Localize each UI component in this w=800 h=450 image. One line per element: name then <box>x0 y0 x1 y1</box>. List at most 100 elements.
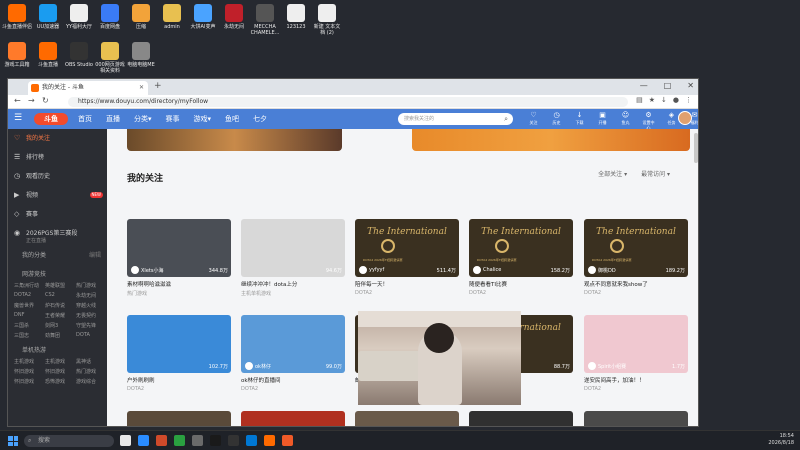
category-link[interactable]: 怀旧游戏 <box>14 368 45 375</box>
stream-thumbnail[interactable]: Xlets小海 344.8万 <box>127 219 231 277</box>
desktop-icon[interactable]: YY福利大厅 <box>64 4 94 30</box>
stream-card[interactable]: Spirit小组赛 1.7万遂安民间高手，加油！！ DOTA2 <box>584 315 688 392</box>
header-action[interactable]: ▣ 开播 <box>595 111 610 130</box>
sidebar-item[interactable]: ◇ 赛事 <box>8 205 107 224</box>
category-link[interactable]: 主机游戏 <box>14 358 45 365</box>
taskbar-app-icon[interactable] <box>246 435 257 446</box>
minimize-button[interactable]: — <box>640 81 648 90</box>
desktop-icon[interactable]: UU加速器 <box>33 4 63 30</box>
desktop-icon[interactable]: 游戏工具箱 <box>2 42 32 68</box>
desktop-icon[interactable]: 123123 <box>281 4 311 30</box>
category-link[interactable]: 怀旧游戏 <box>45 368 76 375</box>
stream-title[interactable]: 观点不同意就来我show了 <box>584 280 688 288</box>
reload-icon[interactable]: ↻ <box>42 96 49 105</box>
search-input[interactable]: 搜索我关注的 ⌕ <box>398 113 513 125</box>
stream-title[interactable]: 素材啊啊哈滋滋滋 <box>127 280 231 288</box>
reader-icon[interactable]: ▤ <box>636 96 643 104</box>
taskbar-app-icon[interactable] <box>156 435 167 446</box>
banner-right[interactable] <box>412 129 690 151</box>
stream-card[interactable] <box>469 411 573 426</box>
stream-card[interactable] <box>355 411 459 426</box>
stream-title[interactable]: ok林仔的直播间 <box>241 376 345 384</box>
desktop-icon[interactable]: MECCHA CHAMELE... <box>250 4 280 36</box>
category-link[interactable]: 无畏契约 <box>76 312 107 319</box>
stream-thumbnail[interactable] <box>584 411 688 426</box>
system-tray-clock[interactable]: 18:54 2026/8/18 <box>768 433 794 447</box>
nav-item[interactable]: 分类▾ <box>134 109 152 129</box>
desktop-icon[interactable]: OBS Studio <box>64 42 94 68</box>
category-link[interactable]: DNF <box>14 312 45 319</box>
header-action[interactable]: ↓ 下载 <box>572 111 587 130</box>
header-action[interactable]: ⚙ 设置中心 <box>641 111 656 130</box>
desktop-icon[interactable]: 000网页游戏 相关资料 <box>95 42 125 74</box>
category-link[interactable]: 主机游戏 <box>45 358 76 365</box>
category-link[interactable]: 穿越火线 <box>76 302 107 309</box>
stream-thumbnail[interactable]: 102.7万 <box>127 315 231 373</box>
nav-item[interactable]: 鱼吧 <box>225 109 239 129</box>
search-icon[interactable]: ⌕ <box>504 113 508 125</box>
url-field[interactable]: https://www.douyu.com/directory/myFollow <box>68 97 628 107</box>
windows-start-icon[interactable] <box>8 436 18 446</box>
user-avatar[interactable] <box>678 111 692 125</box>
taskbar-app-icon[interactable] <box>282 435 293 446</box>
taskbar-app-icon[interactable] <box>228 435 239 446</box>
forward-icon[interactable]: → <box>28 96 35 105</box>
header-action[interactable]: ♡ 关注 <box>526 111 541 130</box>
back-icon[interactable]: ← <box>14 96 21 105</box>
douyu-logo[interactable]: 斗鱼 <box>34 113 68 125</box>
nav-item[interactable]: 赛事 <box>166 109 180 129</box>
download-icon[interactable]: ↓ <box>661 96 667 104</box>
desktop-icon[interactable]: 大饼AI变声 <box>188 4 218 30</box>
stream-category[interactable]: DOTA2 <box>355 290 459 296</box>
category-link[interactable]: 永劫无间 <box>76 292 107 299</box>
maximize-button[interactable]: □ <box>664 81 672 90</box>
sidebar-item[interactable]: ▶ 视频 NEW <box>8 186 107 205</box>
stream-card[interactable]: ok林仔 99.0万 ok林仔的直播间 DOTA2 <box>241 315 345 392</box>
stream-thumbnail[interactable]: 94.6万 <box>241 219 345 277</box>
stream-title[interactable]: 陪伴每一天！ <box>355 280 459 288</box>
stream-card[interactable]: 102.7万 户外刷刷刷 DOTA2 <box>127 315 231 392</box>
stream-title[interactable]: 随便看看TI比赛 <box>469 280 573 288</box>
sidebar-item[interactable]: ◷ 观看历史 <box>8 167 107 186</box>
filter-sort[interactable]: 最常访问 ▾ <box>641 169 670 178</box>
more-icon[interactable]: ⋮ <box>685 96 692 104</box>
header-action[interactable]: ◈ 任务 <box>664 111 679 130</box>
stream-category[interactable]: DOTA2 <box>469 290 573 296</box>
stream-thumbnail[interactable]: ok林仔 99.0万 <box>241 315 345 373</box>
category-link[interactable]: 怀旧游戏 <box>14 378 45 385</box>
stream-title[interactable]: 遂安民间高手，加油！！ <box>584 376 688 384</box>
new-tab-button[interactable]: + <box>154 81 162 91</box>
stream-thumbnail[interactable] <box>127 411 231 426</box>
bookmark-star-icon[interactable]: ★ <box>649 96 655 104</box>
stream-title[interactable]: 继续冲冲冲！dota上分 <box>241 280 345 288</box>
desktop-icon[interactable]: 新建 文本文档 (2) <box>312 4 342 36</box>
stream-category[interactable]: DOTA2 <box>584 386 688 392</box>
desktop-icon[interactable]: 百度网盘 <box>95 4 125 30</box>
taskbar-app-icon[interactable] <box>174 435 185 446</box>
stream-card[interactable]: 94.6万 继续冲冲冲！dota上分 主机单机游戏 <box>241 219 345 297</box>
sidebar-item[interactable]: ♡ 我的关注 <box>8 129 107 148</box>
stream-thumbnail[interactable]: The International DOTA2 2026年TI国际邀请赛 yyfyy… <box>355 219 459 277</box>
stream-thumbnail[interactable] <box>355 411 459 426</box>
category-link[interactable]: 黑神话 <box>76 358 107 365</box>
taskbar-app-icon[interactable] <box>210 435 221 446</box>
desktop-icon[interactable]: admin <box>157 4 187 30</box>
sidebar-item[interactable]: ◉ 2026PGS第三赛段 <box>8 224 107 243</box>
taskbar-app-icon[interactable] <box>120 435 131 446</box>
stream-thumbnail[interactable]: Spirit小组赛 1.7万 <box>584 315 688 373</box>
category-link[interactable]: 守望先锋 <box>76 322 107 329</box>
stream-card[interactable] <box>584 411 688 426</box>
category-link[interactable]: 三国志 <box>14 332 45 339</box>
stream-card[interactable] <box>127 411 231 426</box>
category-link[interactable]: 英雄联盟 <box>45 282 76 289</box>
category-link[interactable]: 魔兽世界 <box>14 302 45 309</box>
category-link[interactable]: DOTA <box>76 332 107 339</box>
filter-all-follow[interactable]: 全部关注 ▾ <box>598 169 627 178</box>
stream-card[interactable]: The International DOTA2 2026年TI国际邀请赛 Chali… <box>469 219 573 296</box>
taskbar-search[interactable]: ⌕ 搜索 <box>24 435 114 447</box>
stream-card[interactable]: The International DOTA2 2026年TI国际邀请赛 yyfyy… <box>355 219 459 296</box>
desktop-icon[interactable]: 斗鱼直播 <box>33 42 63 68</box>
stream-category[interactable]: DOTA2 <box>584 290 688 296</box>
tab-close-icon[interactable]: ✕ <box>139 81 144 95</box>
stream-category[interactable]: 热门游戏 <box>127 290 231 297</box>
